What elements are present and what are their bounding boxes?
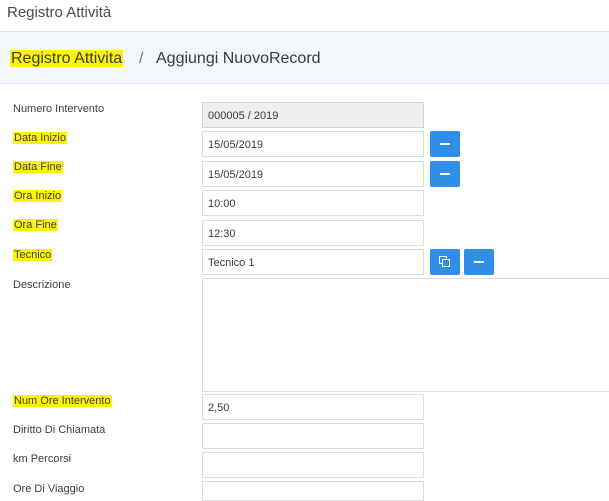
clear-tecnico-button[interactable] [464, 249, 494, 275]
label-diritto-di-chiamata: Diritto Di Chiamata [13, 424, 106, 436]
label-numero-intervento: Numero Intervento [13, 103, 105, 115]
ore-di-viaggio-field[interactable] [202, 481, 424, 501]
minus-icon [440, 143, 450, 145]
data-inizio-field[interactable]: 15/05/2019 [202, 131, 424, 157]
diritto-di-chiamata-field[interactable] [202, 423, 424, 449]
ora-inizio-field[interactable]: 10:00 [202, 190, 424, 216]
app-header: Registro Attività [0, 0, 609, 32]
select-tecnico-button[interactable] [430, 249, 460, 275]
label-ora-fine: Ora Fine [13, 219, 58, 231]
numero-intervento-field: 000005 / 2019 [202, 102, 424, 128]
breadcrumb: Registro Attivita / Aggiungi NuovoRecord [0, 32, 609, 84]
label-descrizione: Descrizione [13, 279, 71, 291]
app-title: Registro Attività [7, 4, 112, 21]
minus-icon [440, 173, 450, 175]
label-ore-di-viaggio: Ore Di Viaggio [13, 483, 85, 495]
breadcrumb-separator: / [139, 50, 144, 67]
label-ora-inizio: Ora Inizio [13, 190, 63, 202]
tecnico-field[interactable]: Tecnico 1 [202, 249, 424, 275]
data-fine-field[interactable]: 15/05/2019 [202, 161, 424, 187]
breadcrumb-module[interactable]: Registro Attivita [10, 50, 124, 68]
clear-data-fine-button[interactable] [430, 161, 460, 187]
num-ore-intervento-field[interactable]: 2,50 [202, 394, 424, 420]
clear-data-inizio-button[interactable] [430, 131, 460, 157]
label-data-fine: Data Fine [13, 161, 63, 173]
copy-icon [439, 256, 451, 268]
breadcrumb-page: Aggiungi NuovoRecord [156, 50, 321, 67]
label-data-inizio: Data Inizio [13, 132, 67, 144]
label-num-ore-intervento: Num Ore Intervento [13, 395, 112, 407]
label-tecnico: Tecnico [13, 249, 53, 261]
descrizione-textarea[interactable] [202, 278, 609, 392]
km-percorsi-field[interactable] [202, 452, 424, 478]
minus-icon [474, 261, 484, 263]
ora-fine-field[interactable]: 12:30 [202, 220, 424, 246]
label-km-percorsi: km Percorsi [13, 453, 72, 465]
